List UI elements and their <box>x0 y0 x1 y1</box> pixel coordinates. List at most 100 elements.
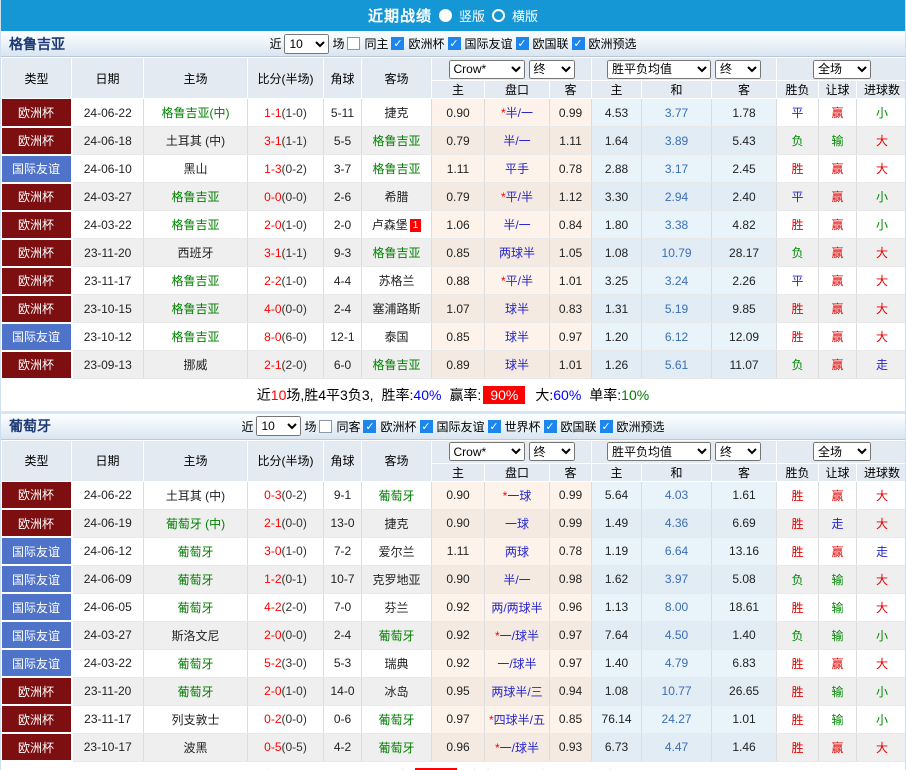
match-count-select[interactable]: 10 <box>284 34 329 54</box>
avg-home-odds: 76.14 <box>592 705 642 733</box>
avg-home-odds: 3.25 <box>592 267 642 295</box>
handicap-line-cell: *一/球半 <box>485 733 550 761</box>
crown-home-odds: 0.92 <box>432 593 485 621</box>
same-venue-checkbox[interactable] <box>347 37 360 50</box>
handicap-result-cell: 走 <box>819 509 857 537</box>
league-checkbox-label[interactable]: 欧洲杯 <box>380 418 416 435</box>
away-team-name: 捷克 <box>384 106 408 120</box>
avg-away-odds: 1.78 <box>712 99 777 127</box>
avg-away-odds: 6.69 <box>712 509 777 537</box>
league-checkbox-label[interactable]: 欧国联 <box>533 35 569 52</box>
handicap-result-cell: 赢 <box>819 351 857 379</box>
away-team-cell: 泰国 <box>362 323 432 351</box>
handicap-line: 两/两球半 <box>491 601 542 615</box>
home-team-cell: 格鲁吉亚 <box>144 295 248 323</box>
same-venue-label[interactable]: 同主 <box>364 35 388 52</box>
handicap-line-cell: 半/一 <box>485 565 550 593</box>
date-cell: 23-11-20 <box>72 239 144 267</box>
wdl-result-cell: 负 <box>777 621 819 649</box>
avg-home-odds: 1.31 <box>592 295 642 323</box>
handicap-line: 平/半 <box>506 274 533 288</box>
fulltime-score: 5-2 <box>264 656 281 670</box>
scope-select[interactable]: 全场 <box>813 60 871 79</box>
corner-cell: 14-0 <box>324 677 362 705</box>
match-row: 欧洲杯24-03-27格鲁吉亚0-0(0-0)2-6希腊0.79*平/半1.12… <box>2 183 906 211</box>
odds-final-select[interactable]: 终 <box>529 60 575 79</box>
score-cell: 2-0(1-0) <box>248 211 324 239</box>
handicap-line: 一/球半 <box>497 657 536 671</box>
league-checkbox[interactable]: ✓ <box>600 420 613 433</box>
league-checkbox[interactable]: ✓ <box>448 37 461 50</box>
sub-column-header: 让球 <box>819 463 857 481</box>
away-team-name: 葡萄牙 <box>378 741 414 755</box>
league-checkbox[interactable]: ✓ <box>488 420 501 433</box>
odds-final-select[interactable]: 终 <box>529 442 575 461</box>
scope-select[interactable]: 全场 <box>813 442 871 461</box>
halftime-score: (6-0) <box>282 330 307 344</box>
crown-home-odds: 0.92 <box>432 621 485 649</box>
date-cell: 24-06-19 <box>72 509 144 537</box>
avg-final-select[interactable]: 终 <box>715 442 761 461</box>
avg-away-odds: 28.17 <box>712 239 777 267</box>
avg-odds-select[interactable]: 胜平负均值 <box>607 442 711 461</box>
league-checkbox[interactable]: ✓ <box>572 37 585 50</box>
league-checkbox[interactable]: ✓ <box>516 37 529 50</box>
league-checkbox-label[interactable]: 国际友谊 <box>437 418 485 435</box>
date-cell: 23-09-13 <box>72 351 144 379</box>
avg-draw-odds: 3.89 <box>642 127 712 155</box>
league-checkbox-label[interactable]: 欧洲预选 <box>617 418 665 435</box>
league-checkbox-label[interactable]: 世界杯 <box>505 418 541 435</box>
fulltime-score: 3-0 <box>264 544 281 558</box>
fulltime-score: 1-3 <box>264 162 281 176</box>
crown-away-odds: 0.94 <box>550 677 592 705</box>
goals-result-cell: 走 <box>857 351 906 379</box>
portrait-radio-label[interactable]: 竖版 <box>459 6 485 25</box>
handicap-line: 球半 <box>505 358 529 372</box>
match-row: 欧洲杯23-11-20葡萄牙2-0(1-0)14-0冰岛0.95两球半/三0.9… <box>2 677 906 705</box>
odds-source-select[interactable]: Crow* <box>449 442 525 461</box>
crown-away-odds: 0.97 <box>550 323 592 351</box>
goals-result-cell: 大 <box>857 593 906 621</box>
league-checkbox[interactable]: ✓ <box>391 37 404 50</box>
wdl-result-cell: 平 <box>777 99 819 127</box>
home-team-cell: 格鲁吉亚(中) <box>144 99 248 127</box>
wdl-result-cell: 胜 <box>777 323 819 351</box>
league-checkbox-label[interactable]: 欧国联 <box>561 418 597 435</box>
handicap-line-cell: 两/两球半 <box>485 593 550 621</box>
stat-label: 大: <box>535 387 553 403</box>
avg-odds-select[interactable]: 胜平负均值 <box>607 60 711 79</box>
crown-home-odds: 1.07 <box>432 295 485 323</box>
fulltime-score: 3-1 <box>264 246 281 260</box>
wdl-result-cell: 平 <box>777 267 819 295</box>
league-checkbox-label[interactable]: 国际友谊 <box>465 35 513 52</box>
odds-group-header: Crow*终 <box>432 58 592 81</box>
league-checkbox[interactable]: ✓ <box>420 420 433 433</box>
league-checkbox[interactable]: ✓ <box>544 420 557 433</box>
home-team-cell: 葡萄牙 <box>144 593 248 621</box>
column-header: 客场 <box>362 58 432 99</box>
odds-source-select[interactable]: Crow* <box>449 60 525 79</box>
crown-away-odds: 1.01 <box>550 351 592 379</box>
avg-away-odds: 26.65 <box>712 677 777 705</box>
handicap-result-cell: 赢 <box>819 649 857 677</box>
wdl-result-cell: 胜 <box>777 211 819 239</box>
check-icon: ✓ <box>573 38 582 50</box>
same-venue-label[interactable]: 同客 <box>336 418 360 435</box>
crown-away-odds: 0.78 <box>550 155 592 183</box>
league-checkbox-label[interactable]: 欧洲杯 <box>408 35 444 52</box>
match-count-select[interactable]: 10 <box>256 416 301 436</box>
avg-away-odds: 6.83 <box>712 649 777 677</box>
halftime-score: (1-1) <box>282 134 307 148</box>
same-venue-checkbox[interactable] <box>319 420 332 433</box>
landscape-radio-label[interactable]: 横版 <box>512 6 538 25</box>
league-checkbox[interactable]: ✓ <box>363 420 376 433</box>
league-checkbox-label[interactable]: 欧洲预选 <box>589 35 637 52</box>
avg-final-select[interactable]: 终 <box>715 60 761 79</box>
check-icon: ✓ <box>393 38 402 50</box>
section-header: 葡萄牙近10场同客✓欧洲杯✓国际友谊✓世界杯✓欧国联✓欧洲预选 <box>1 414 905 440</box>
league-type-cell: 欧洲杯 <box>2 295 72 323</box>
away-team-cell: 葡萄牙 <box>362 621 432 649</box>
portrait-radio[interactable] <box>439 9 452 22</box>
handicap-result-cell: 赢 <box>819 267 857 295</box>
landscape-radio[interactable] <box>492 9 505 22</box>
